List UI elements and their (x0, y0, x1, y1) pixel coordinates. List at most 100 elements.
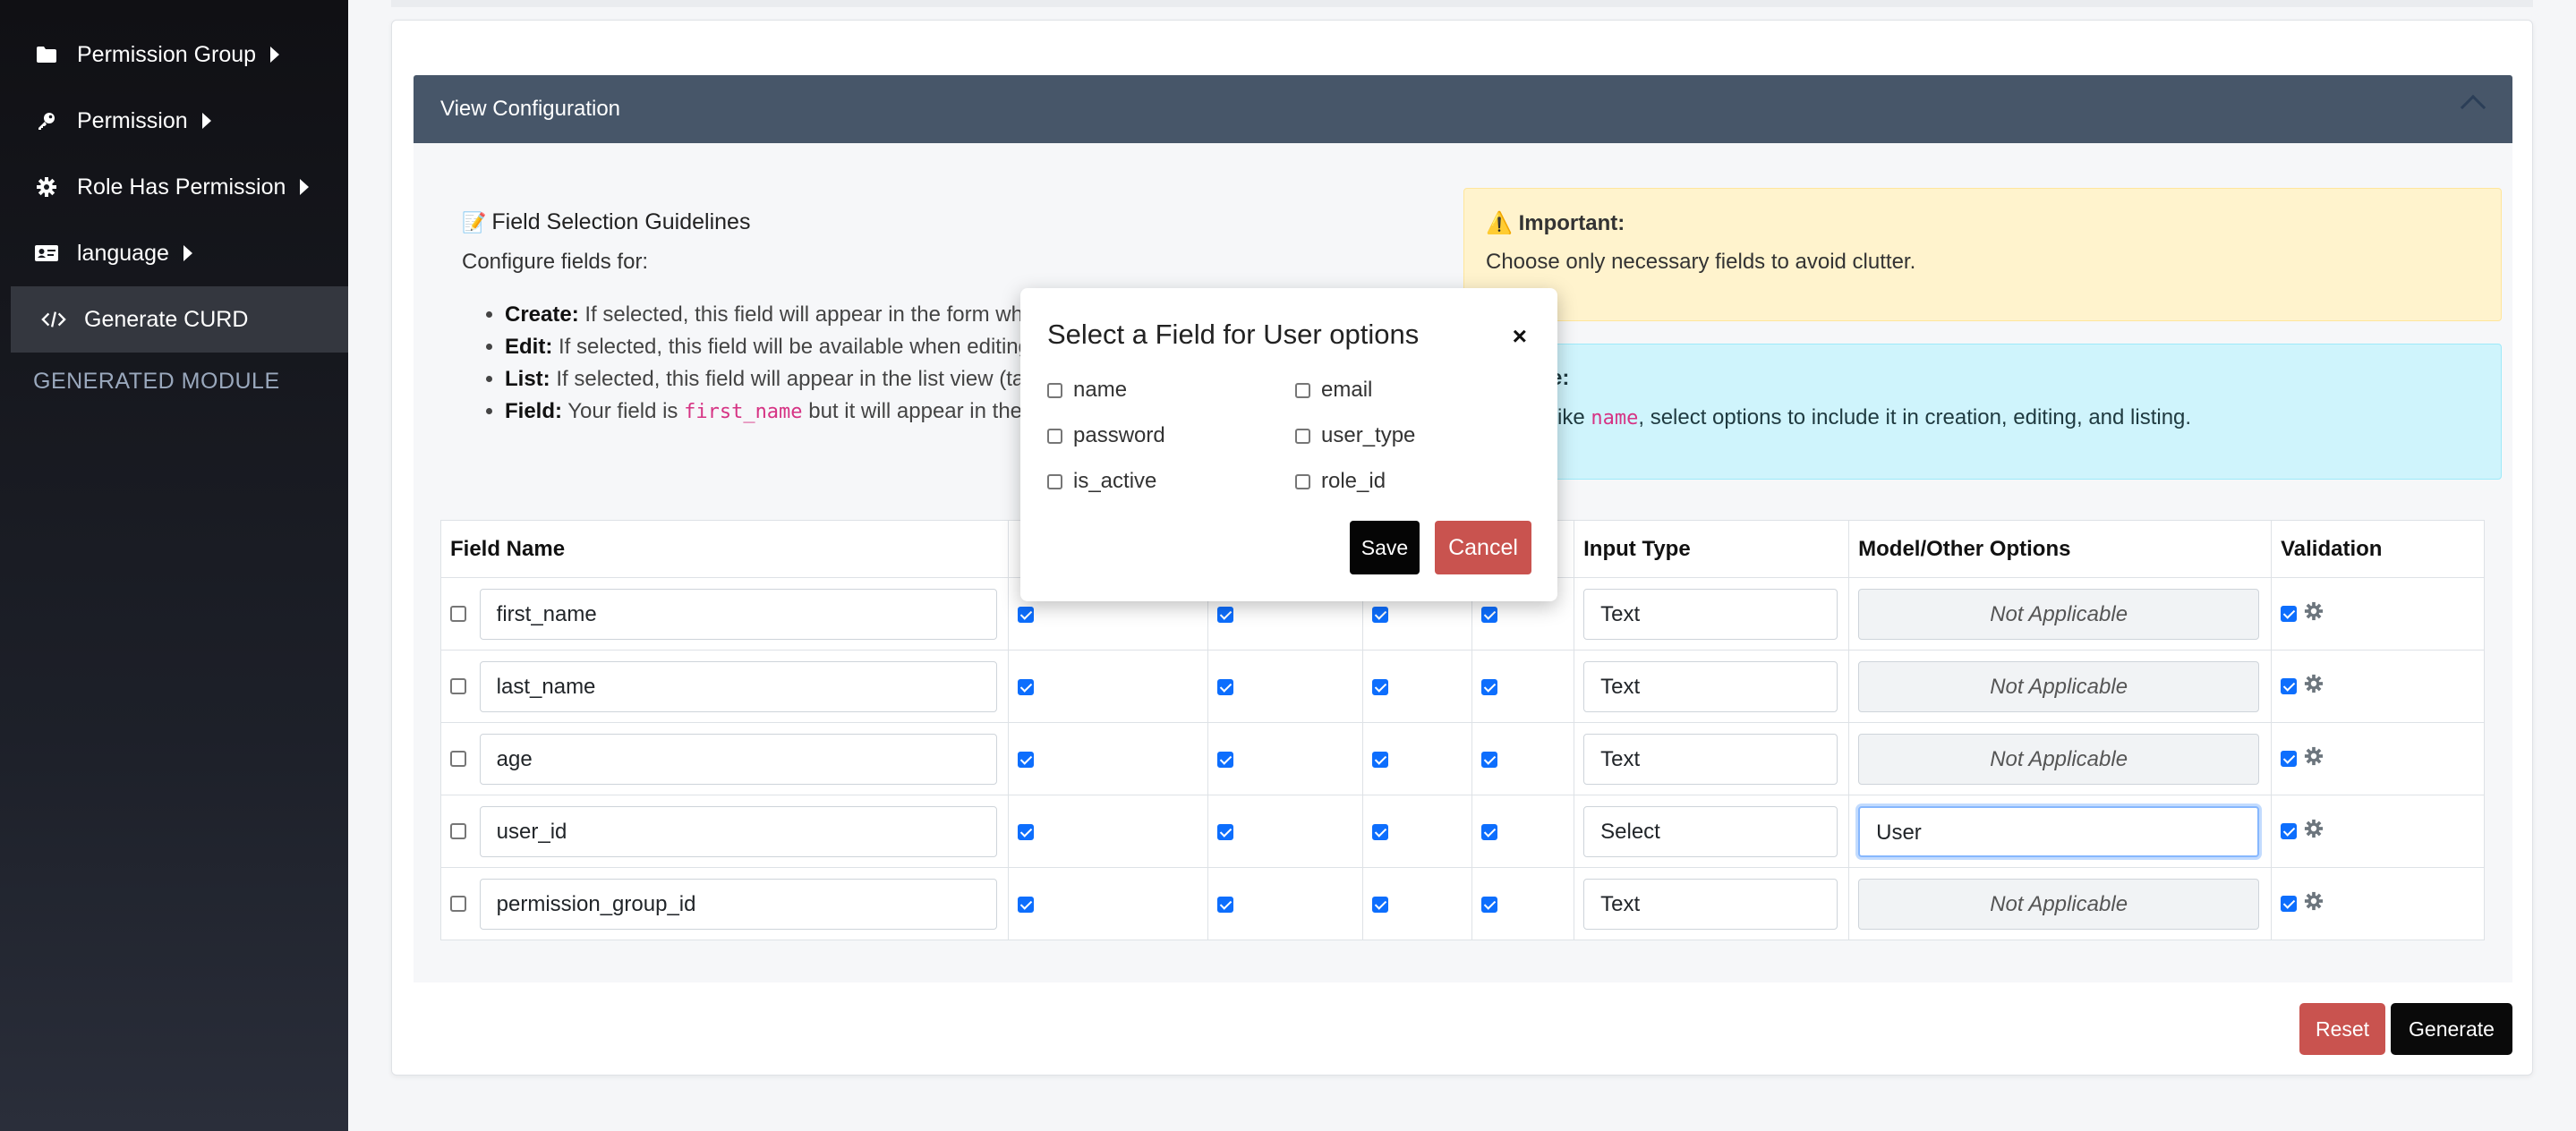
model-options-input[interactable]: Not Applicable (1858, 878, 2260, 930)
close-icon[interactable]: × (1513, 322, 1527, 351)
option-name[interactable]: name (1047, 378, 1127, 403)
model-options-input[interactable]: User (1858, 805, 2260, 857)
option-label: user_type (1321, 423, 1416, 447)
create-cell (1007, 650, 1208, 723)
option-checkbox[interactable] (1047, 382, 1062, 398)
field-name-input[interactable]: permission_group_id (479, 878, 997, 930)
input-type-cell: Text (1574, 577, 1850, 651)
row-select-checkbox[interactable] (450, 896, 466, 912)
edit-checkbox[interactable] (1216, 678, 1233, 695)
save-button[interactable]: Save (1350, 521, 1420, 574)
options-cell: Not Applicable (1848, 577, 2273, 651)
model-options-input[interactable]: Not Applicable (1858, 733, 2260, 785)
show-checkbox[interactable] (1481, 896, 1498, 913)
validation-checkbox[interactable] (2281, 678, 2298, 695)
field-name-input[interactable]: user_id (479, 805, 997, 857)
model-options-input[interactable]: Not Applicable (1858, 588, 2260, 640)
gear-icon[interactable] (2304, 674, 2324, 700)
create-checkbox[interactable] (1017, 823, 1034, 840)
input-type-select[interactable]: Text (1583, 660, 1838, 712)
option-checkbox[interactable] (1295, 382, 1310, 398)
field-name-input[interactable]: first_name (479, 588, 997, 640)
memo-icon: 📝 (462, 210, 487, 234)
edit-checkbox[interactable] (1216, 751, 1233, 768)
validation-checkbox[interactable] (2281, 751, 2298, 768)
field-cell: user_id (440, 795, 1009, 868)
description: but it will appear in the f (802, 399, 1020, 423)
list-checkbox[interactable] (1372, 896, 1389, 913)
sidebar-item-permission[interactable]: Permission (0, 88, 348, 154)
sidebar-item-generate-curd[interactable]: Generate CURD (11, 286, 348, 353)
row-select-checkbox[interactable] (450, 823, 466, 839)
create-checkbox[interactable] (1017, 678, 1034, 695)
option-role-id[interactable]: role_id (1295, 469, 1386, 494)
model-options-input[interactable]: Not Applicable (1858, 660, 2260, 712)
edit-checkbox[interactable] (1216, 823, 1233, 840)
row-select-checkbox[interactable] (450, 751, 466, 767)
validation-cell (2271, 650, 2485, 723)
description: If selected, this field will be availabl… (552, 335, 1020, 359)
chevron-up-icon[interactable] (2460, 94, 2486, 121)
cancel-button[interactable]: Cancel (1435, 521, 1531, 574)
show-cell (1471, 795, 1575, 868)
validation-checkbox[interactable] (2281, 896, 2298, 913)
field-name-input[interactable]: last_name (479, 660, 997, 712)
list-checkbox[interactable] (1372, 678, 1389, 695)
gear-icon[interactable] (2304, 601, 2324, 627)
list-checkbox[interactable] (1372, 751, 1389, 768)
field-cell: permission_group_id (440, 867, 1009, 940)
option-user-type[interactable]: user_type (1295, 423, 1415, 448)
show-checkbox[interactable] (1481, 823, 1498, 840)
input-type-select[interactable]: Select (1583, 805, 1838, 857)
edit-checkbox[interactable] (1216, 606, 1233, 623)
row-select-checkbox[interactable] (450, 606, 466, 622)
show-checkbox[interactable] (1481, 606, 1498, 623)
accordion-header[interactable]: View Configuration (414, 75, 2512, 143)
edit-cell (1207, 722, 1364, 795)
sidebar-item-role-has-permission[interactable]: Role Has Permission (0, 154, 348, 220)
generate-button[interactable]: Generate (2391, 1003, 2512, 1055)
input-type-select[interactable]: Text (1583, 733, 1838, 785)
option-password[interactable]: password (1047, 423, 1165, 448)
term: Create: (505, 302, 579, 327)
create-checkbox[interactable] (1017, 606, 1034, 623)
sidebar-item-language[interactable]: language (0, 220, 348, 286)
modal-title: Select a Field for User options (1047, 319, 1420, 350)
create-checkbox[interactable] (1017, 751, 1034, 768)
option-label: role_id (1321, 469, 1386, 493)
gear-icon (34, 174, 59, 200)
term: Field: (505, 399, 562, 423)
input-type-select[interactable]: Text (1583, 588, 1838, 640)
guidelines-subtitle: Configure fields for: (462, 250, 649, 274)
option-email[interactable]: email (1295, 378, 1372, 403)
gear-icon[interactable] (2304, 891, 2324, 917)
important-title: ⚠️ Important: (1486, 210, 1625, 236)
option-checkbox[interactable] (1047, 473, 1062, 489)
example-alert: nple: eld like name, select options to i… (1463, 344, 2502, 480)
show-checkbox[interactable] (1481, 678, 1498, 695)
edit-cell (1207, 867, 1364, 940)
key-icon (34, 108, 59, 133)
edit-checkbox[interactable] (1216, 896, 1233, 913)
option-is-active[interactable]: is_active (1047, 469, 1156, 494)
field-name-input[interactable]: age (479, 733, 997, 785)
sidebar-item-permission-group[interactable]: Permission Group (0, 21, 348, 88)
options-cell: Not Applicable (1848, 722, 2273, 795)
field-select-modal: Select a Field for User options × name e… (1020, 288, 1557, 601)
create-checkbox[interactable] (1017, 896, 1034, 913)
option-checkbox[interactable] (1295, 473, 1310, 489)
list-checkbox[interactable] (1372, 606, 1389, 623)
gear-icon[interactable] (2304, 746, 2324, 772)
input-type-cell: Text (1574, 722, 1850, 795)
reset-button[interactable]: Reset (2299, 1003, 2385, 1055)
gear-icon[interactable] (2304, 819, 2324, 845)
description: Your field is (562, 399, 685, 423)
option-checkbox[interactable] (1047, 428, 1062, 444)
row-select-checkbox[interactable] (450, 678, 466, 694)
show-checkbox[interactable] (1481, 751, 1498, 768)
input-type-select[interactable]: Text (1583, 878, 1838, 930)
validation-checkbox[interactable] (2281, 823, 2298, 840)
list-checkbox[interactable] (1372, 823, 1389, 840)
option-checkbox[interactable] (1295, 428, 1310, 444)
validation-checkbox[interactable] (2281, 606, 2298, 623)
